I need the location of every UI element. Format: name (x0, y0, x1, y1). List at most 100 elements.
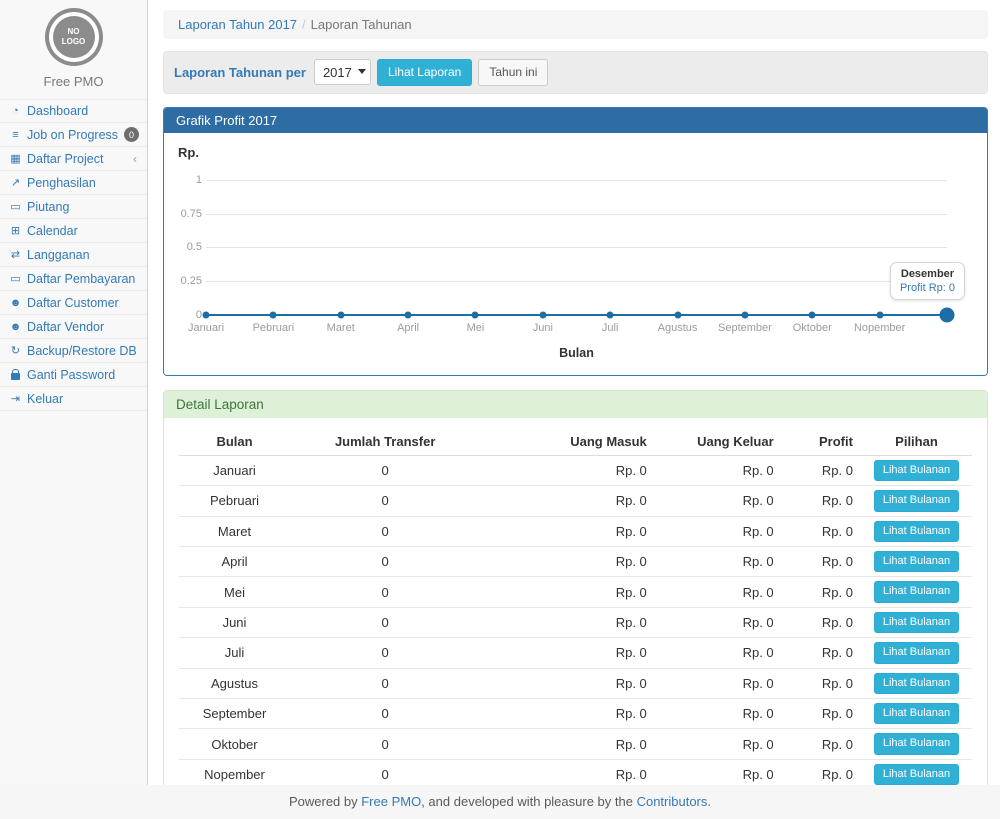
chart-y-tick-label: 1 (164, 174, 202, 186)
footer: Powered by Free PMO, and developed with … (0, 785, 1000, 819)
view-monthly-button[interactable]: Lihat Bulanan (874, 551, 959, 572)
table-row: Juni0Rp. 0Rp. 0Rp. 0Lihat Bulanan (179, 607, 972, 637)
cell-uang_masuk: Rp. 0 (480, 516, 654, 546)
money-icon: ▭ (8, 200, 23, 213)
chart-x-tick-label: Juni (533, 322, 553, 334)
view-monthly-button[interactable]: Lihat Bulanan (874, 581, 959, 602)
payment-icon: ▭ (8, 272, 23, 285)
view-monthly-button[interactable]: Lihat Bulanan (874, 460, 959, 481)
table-row: Januari0Rp. 0Rp. 0Rp. 0Lihat Bulanan (179, 455, 972, 485)
chart-data-point[interactable] (539, 311, 546, 318)
cell-pilihan: Lihat Bulanan (861, 638, 972, 668)
chart-gridline (206, 281, 947, 282)
chart-data-point[interactable] (472, 311, 479, 318)
sidebar-item-piutang[interactable]: ▭Piutang (0, 195, 147, 219)
breadcrumb-link-laporan-tahun[interactable]: Laporan Tahun 2017 (178, 17, 297, 32)
footer-text: , and developed with pleasure by the (421, 794, 636, 809)
chart-x-tick-label: September (718, 322, 772, 334)
cell-uang_masuk: Rp. 0 (480, 455, 654, 485)
chevron-left-icon: ‹ (133, 152, 137, 166)
cell-uang_keluar: Rp. 0 (655, 729, 782, 759)
cell-pilihan: Lihat Bulanan (861, 546, 972, 576)
chart-data-point[interactable] (607, 311, 614, 318)
subscription-icon: ⇄ (8, 248, 23, 261)
footer-link-contributors[interactable]: Contributors (637, 794, 708, 809)
table-row: Pebruari0Rp. 0Rp. 0Rp. 0Lihat Bulanan (179, 486, 972, 516)
current-year-button[interactable]: Tahun ini (478, 59, 548, 86)
users-icon: ☻ (8, 297, 23, 309)
table-row: Oktober0Rp. 0Rp. 0Rp. 0Lihat Bulanan (179, 729, 972, 759)
chart-y-axis-label: Rp. (178, 145, 199, 160)
cell-pilihan: Lihat Bulanan (861, 668, 972, 698)
chart-data-point[interactable] (270, 311, 277, 318)
tooltip-value: Profit Rp: 0 (900, 282, 955, 294)
toolbar-label: Laporan Tahunan per (174, 65, 306, 80)
chart-data-point[interactable] (674, 311, 681, 318)
chart-x-axis-label: Bulan (206, 346, 947, 360)
brand-name: Free PMO (0, 66, 147, 99)
cell-uang_masuk: Rp. 0 (480, 729, 654, 759)
sidebar-item-penghasilan[interactable]: ↗Penghasilan (0, 171, 147, 195)
app-logo: NO LOGO (45, 8, 103, 66)
sidebar-item-label: Daftar Vendor (27, 320, 139, 334)
sidebar-item-daftar-vendor[interactable]: ☻Daftar Vendor (0, 315, 147, 339)
sidebar-item-label: Dashboard (27, 104, 139, 118)
chart-data-point[interactable] (405, 311, 412, 318)
chart-x-tick-label: April (397, 322, 419, 334)
sidebar-nav: ◔Dashboard≡Job on Progress0▦Daftar Proje… (0, 99, 147, 411)
chart-data-point[interactable] (876, 311, 883, 318)
cell-pilihan: Lihat Bulanan (861, 698, 972, 728)
view-monthly-button[interactable]: Lihat Bulanan (874, 521, 959, 542)
year-select[interactable]: 2017 (314, 59, 371, 85)
footer-link-free-pmo[interactable]: Free PMO (361, 794, 421, 809)
cell-uang_keluar: Rp. 0 (655, 577, 782, 607)
table-row: Agustus0Rp. 0Rp. 0Rp. 0Lihat Bulanan (179, 668, 972, 698)
cell-uang_masuk: Rp. 0 (480, 668, 654, 698)
detail-panel-title: Detail Laporan (164, 391, 987, 418)
chart-data-point[interactable] (809, 311, 816, 318)
table-icon: ▦ (8, 152, 23, 165)
view-monthly-button[interactable]: Lihat Bulanan (874, 642, 959, 663)
chart-gridline (206, 214, 947, 215)
chart-data-point[interactable] (203, 311, 210, 318)
sidebar-item-daftar-project[interactable]: ▦Daftar Project‹ (0, 147, 147, 171)
table-header-uang-masuk: Uang Masuk (480, 428, 654, 456)
sidebar-item-daftar-pembayaran[interactable]: ▭Daftar Pembayaran (0, 267, 147, 291)
sidebar-item-langganan[interactable]: ⇄Langganan (0, 243, 147, 267)
line-chart-icon: ↗ (8, 176, 23, 189)
chart-y-tick-label: 0.5 (164, 241, 202, 253)
sidebar-item-calendar[interactable]: ⊞Calendar (0, 219, 147, 243)
cell-bulan: Agustus (179, 668, 290, 698)
table-row: Maret0Rp. 0Rp. 0Rp. 0Lihat Bulanan (179, 516, 972, 546)
cell-uang_keluar: Rp. 0 (655, 455, 782, 485)
cell-uang_keluar: Rp. 0 (655, 516, 782, 546)
view-monthly-button[interactable]: Lihat Bulanan (874, 673, 959, 694)
sidebar-item-keluar[interactable]: ⇥Keluar (0, 387, 147, 411)
chart-data-point[interactable] (337, 311, 344, 318)
cell-bulan: Januari (179, 455, 290, 485)
chart-x-tick-label: Januari (188, 322, 224, 334)
view-monthly-button[interactable]: Lihat Bulanan (874, 764, 959, 785)
cell-uang_masuk: Rp. 0 (480, 638, 654, 668)
view-report-button[interactable]: Lihat Laporan (377, 59, 472, 86)
view-monthly-button[interactable]: Lihat Bulanan (874, 703, 959, 724)
view-monthly-button[interactable]: Lihat Bulanan (874, 612, 959, 633)
view-monthly-button[interactable]: Lihat Bulanan (874, 733, 959, 754)
detail-report-panel: Detail Laporan BulanJumlah TransferUang … (163, 390, 988, 819)
sidebar-item-job-on-progress[interactable]: ≡Job on Progress0 (0, 123, 147, 147)
chart-y-tick-label: 0 (164, 309, 202, 321)
cell-pilihan: Lihat Bulanan (861, 607, 972, 637)
view-monthly-button[interactable]: Lihat Bulanan (874, 490, 959, 511)
chart-data-point[interactable] (741, 311, 748, 318)
chart-plot-area: Bulan Desember Profit Rp: 0 JanuariPebru… (206, 180, 947, 315)
cell-pilihan: Lihat Bulanan (861, 516, 972, 546)
sidebar-item-daftar-customer[interactable]: ☻Daftar Customer (0, 291, 147, 315)
breadcrumb: Laporan Tahun 2017/Laporan Tahunan (163, 10, 988, 39)
footer-text: . (707, 794, 711, 809)
sidebar-item-backup-restore-db[interactable]: ↻Backup/Restore DB (0, 339, 147, 363)
sidebar-item-dashboard[interactable]: ◔Dashboard (0, 99, 147, 123)
chart-data-point-highlighted[interactable] (940, 307, 955, 322)
table-header-pilihan: Pilihan (861, 428, 972, 456)
sidebar-item-ganti-password[interactable]: Ganti Password (0, 363, 147, 387)
cell-jumlah_transfer: 0 (290, 486, 480, 516)
